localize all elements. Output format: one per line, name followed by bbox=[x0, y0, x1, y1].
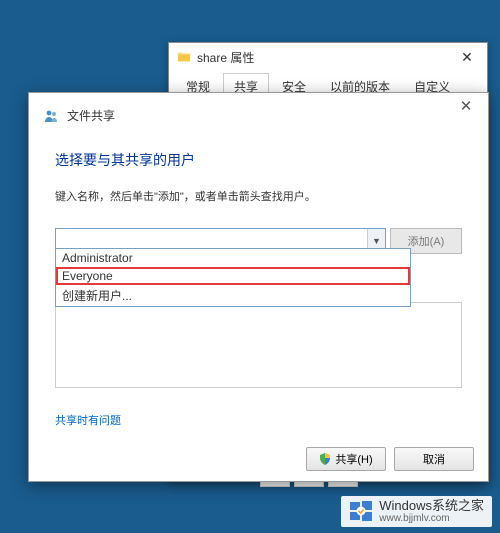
selected-users-list[interactable] bbox=[55, 302, 462, 388]
share-button[interactable]: 共享(H) bbox=[306, 447, 386, 471]
watermark-url: www.bjjmlv.com bbox=[379, 513, 484, 524]
dropdown-item-everyone[interactable]: Everyone bbox=[56, 267, 410, 285]
windows-logo-icon bbox=[349, 499, 373, 523]
help-link[interactable]: 共享时有问题 bbox=[55, 412, 121, 428]
people-icon bbox=[43, 108, 59, 124]
cancel-button[interactable]: 取消 bbox=[394, 447, 474, 471]
dropdown-item-administrator[interactable]: Administrator bbox=[56, 249, 410, 267]
properties-title: share 属性 bbox=[197, 49, 254, 66]
dropdown-item-create-user[interactable]: 创建新用户... bbox=[56, 285, 410, 306]
cancel-button-label: 取消 bbox=[423, 451, 445, 467]
dialog-header-label: 文件共享 bbox=[67, 107, 115, 124]
shield-icon bbox=[319, 453, 331, 465]
user-dropdown-list: Administrator Everyone 创建新用户... bbox=[55, 248, 411, 307]
dialog-hint: 键入名称，然后单击"添加"，或者单击箭头查找用户。 bbox=[55, 188, 462, 204]
watermark-brand: Windows系统之家 bbox=[379, 499, 484, 513]
dialog-header: 文件共享 bbox=[29, 93, 488, 130]
properties-titlebar: share 属性 bbox=[169, 43, 487, 71]
folder-icon bbox=[177, 50, 191, 64]
share-button-label: 共享(H) bbox=[335, 451, 372, 467]
properties-close-button[interactable]: ✕ bbox=[447, 43, 487, 71]
dialog-title: 选择要与其共享的用户 bbox=[55, 150, 462, 170]
watermark: Windows系统之家 www.bjjmlv.com bbox=[341, 496, 492, 527]
file-share-dialog: ✕ 文件共享 选择要与其共享的用户 键入名称，然后单击"添加"，或者单击箭头查找… bbox=[28, 92, 489, 482]
dialog-close-button[interactable]: ✕ bbox=[444, 93, 488, 119]
